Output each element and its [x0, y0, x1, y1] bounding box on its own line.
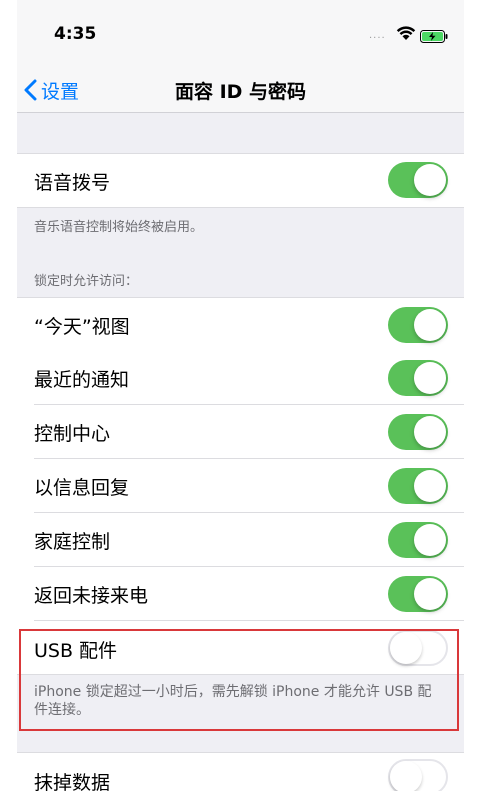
toggle-knob [414, 578, 446, 610]
signal-dots: .... [369, 30, 386, 41]
toggle-knob [390, 761, 422, 791]
control-center-toggle[interactable] [388, 414, 448, 450]
list-item-reply-with-message: 以信息回复 [17, 459, 464, 513]
today-view-label: “今天”视图 [34, 316, 130, 338]
battery-charging-icon [420, 28, 448, 47]
toggle-knob [414, 164, 446, 196]
voice-dial-note: 音乐语音控制将始终被启用。 [34, 220, 204, 235]
list-item-usb-accessories: USB 配件 [17, 621, 464, 675]
navigation-bar: 设置 面容 ID 与密码 [17, 68, 464, 113]
today-view-toggle[interactable] [388, 307, 448, 343]
usb-accessories-note: iPhone 锁定超过一小时后，需先解锁 iPhone 才能允许 USB 配件连… [34, 684, 432, 718]
voice-dial-row: 语音拨号 [17, 153, 464, 208]
home-control-toggle[interactable] [388, 522, 448, 558]
list-item-erase-data: 抹掉数据 [17, 752, 464, 791]
usb-accessories-label: USB 配件 [34, 640, 118, 662]
return-missed-calls-label: 返回未接来电 [34, 585, 149, 607]
recent-notifications-label: 最近的通知 [34, 369, 130, 391]
toggle-knob [414, 309, 446, 341]
erase-data-toggle[interactable] [388, 759, 448, 791]
status-time: 4:35 [54, 24, 97, 44]
page-title: 面容 ID 与密码 [174, 81, 307, 103]
toggle-knob [414, 470, 446, 502]
lock-access-header: 锁定时允许访问： [34, 274, 139, 289]
list-item-recent-notifications: 最近的通知 [17, 351, 464, 405]
wifi-icon [396, 26, 416, 45]
reply-with-message-toggle[interactable] [388, 468, 448, 504]
voice-dial-toggle[interactable] [388, 162, 448, 198]
status-bar: 4:35 .... [17, 0, 464, 68]
list-item-return-missed-calls: 返回未接来电 [17, 567, 464, 621]
recent-notifications-toggle[interactable] [388, 360, 448, 396]
toggle-knob [414, 524, 446, 556]
toggle-knob [414, 362, 446, 394]
return-missed-calls-toggle[interactable] [388, 576, 448, 612]
list-item-today-view: “今天”视图 [17, 297, 464, 352]
usb-accessories-toggle[interactable] [388, 630, 448, 666]
home-control-label: 家庭控制 [34, 531, 111, 553]
erase-data-label: 抹掉数据 [34, 772, 111, 791]
list-item-home-control: 家庭控制 [17, 513, 464, 567]
settings-screen: 4:35 .... 设置 面容 ID 与密码 语音拨号 音乐语音控制将始终被启用… [17, 0, 464, 791]
voice-dial-label: 语音拨号 [34, 172, 111, 194]
control-center-label: 控制中心 [34, 423, 111, 445]
toggle-knob [390, 632, 422, 664]
list-item-control-center: 控制中心 [17, 405, 464, 459]
toggle-knob [414, 416, 446, 448]
reply-with-message-label: 以信息回复 [34, 477, 130, 499]
